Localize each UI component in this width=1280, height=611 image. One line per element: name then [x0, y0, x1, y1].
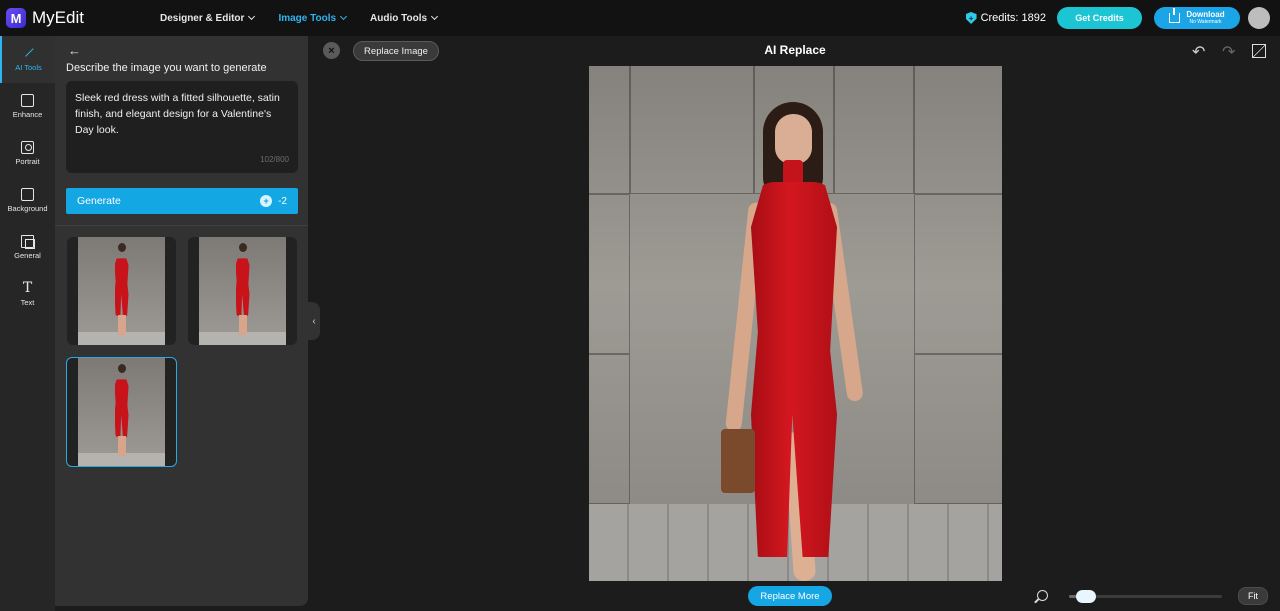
result-thumbnail[interactable] — [67, 237, 176, 345]
credits-shield-icon: + — [965, 12, 977, 24]
logo-mark: M — [6, 8, 26, 28]
chevron-down-icon — [431, 12, 439, 21]
text-icon: T — [22, 280, 33, 296]
replace-more-button[interactable]: Replace More — [748, 586, 832, 606]
fit-button[interactable]: Fit — [1238, 587, 1268, 605]
char-counter: 102/800 — [260, 155, 289, 164]
sidebar-item-portrait[interactable]: Portrait — [0, 130, 55, 177]
redo-icon[interactable]: ↷ — [1222, 42, 1235, 62]
zoom-slider-knob[interactable] — [1075, 590, 1096, 603]
sidebar-item-label: General — [14, 251, 41, 260]
app-name: MyEdit — [32, 8, 84, 27]
chevron-down-icon — [340, 12, 348, 21]
general-icon — [21, 235, 35, 249]
generate-button[interactable]: Generate + -2 — [66, 188, 298, 214]
thumbnail-image — [78, 237, 165, 345]
sidebar-item-ai-tools[interactable]: AI Tools — [0, 36, 55, 83]
image-enhance-icon — [21, 94, 34, 107]
credits-display: + Credits: 1892 — [965, 12, 1046, 24]
download-label: Download — [1186, 10, 1225, 19]
sidebar-item-background[interactable]: Background — [0, 177, 55, 224]
compare-icon[interactable] — [1252, 44, 1266, 58]
image-canvas[interactable] — [589, 66, 1002, 581]
download-button[interactable]: Download No Watermark — [1154, 7, 1240, 29]
zoom-slider[interactable] — [1069, 590, 1222, 603]
sidebar-item-text[interactable]: T Text — [0, 271, 55, 318]
nav-designer-editor[interactable]: Designer & Editor — [159, 12, 256, 24]
ai-replace-panel: ← Describe the image you want to generat… — [55, 36, 308, 606]
sidebar-item-label: AI Tools — [15, 63, 42, 72]
undo-icon[interactable]: ↶ — [1192, 42, 1205, 62]
panel-heading: Describe the image you want to generate — [66, 62, 267, 74]
model-in-red-dress — [719, 102, 869, 581]
collapse-panel-handle[interactable]: ‹ — [308, 302, 320, 340]
nav-image-tools[interactable]: Image Tools — [278, 12, 348, 24]
user-avatar[interactable] — [1248, 7, 1270, 29]
get-credits-button[interactable]: Get Credits — [1057, 7, 1142, 29]
prompt-text: Sleek red dress with a fitted silhouette… — [75, 92, 280, 136]
handbag — [721, 429, 755, 493]
sidebar-item-label: Enhance — [12, 110, 43, 119]
back-arrow-icon[interactable]: ← — [68, 43, 81, 58]
sidebar-item-general[interactable]: General — [0, 224, 55, 271]
main-nav: Designer & Editor Image Tools Audio Tool… — [159, 12, 439, 24]
portrait-icon — [21, 141, 34, 154]
credits-label: Credits: 1892 — [980, 12, 1046, 24]
chevron-down-icon — [248, 12, 256, 21]
panel-divider — [55, 225, 308, 226]
tool-sidebar: AI Tools Enhance Portrait Background Gen… — [0, 36, 55, 611]
sidebar-item-label: Portrait — [15, 157, 40, 166]
zoom-icon — [1037, 590, 1048, 601]
nav-audio-tools[interactable]: Audio Tools — [370, 12, 439, 24]
result-thumbnail-selected[interactable] — [66, 357, 177, 467]
generate-cost: + -2 — [260, 195, 287, 207]
prompt-textarea[interactable]: Sleek red dress with a fitted silhouette… — [66, 81, 298, 173]
background-icon — [21, 188, 34, 201]
top-bar: M MyEdit Designer & Editor Image Tools A… — [0, 0, 1280, 36]
editor-title: AI Replace — [764, 43, 826, 57]
sidebar-item-label: Background — [7, 204, 48, 213]
download-icon — [1169, 8, 1181, 23]
app-logo[interactable]: M MyEdit — [6, 8, 84, 28]
wand-icon — [22, 47, 35, 60]
credit-coin-icon: + — [260, 195, 273, 207]
nav-label: Designer & Editor — [159, 12, 245, 24]
thumbnail-image — [199, 237, 286, 345]
nav-label: Audio Tools — [370, 12, 428, 24]
generate-label: Generate — [77, 195, 121, 207]
download-sublabel: No Watermark — [1189, 19, 1222, 25]
generate-cost-value: -2 — [278, 195, 287, 207]
result-thumbnail[interactable] — [188, 237, 297, 345]
nav-label: Image Tools — [278, 12, 337, 24]
sidebar-item-label: Text — [20, 298, 35, 307]
thumbnail-image — [78, 358, 165, 466]
sidebar-item-enhance[interactable]: Enhance — [0, 83, 55, 130]
